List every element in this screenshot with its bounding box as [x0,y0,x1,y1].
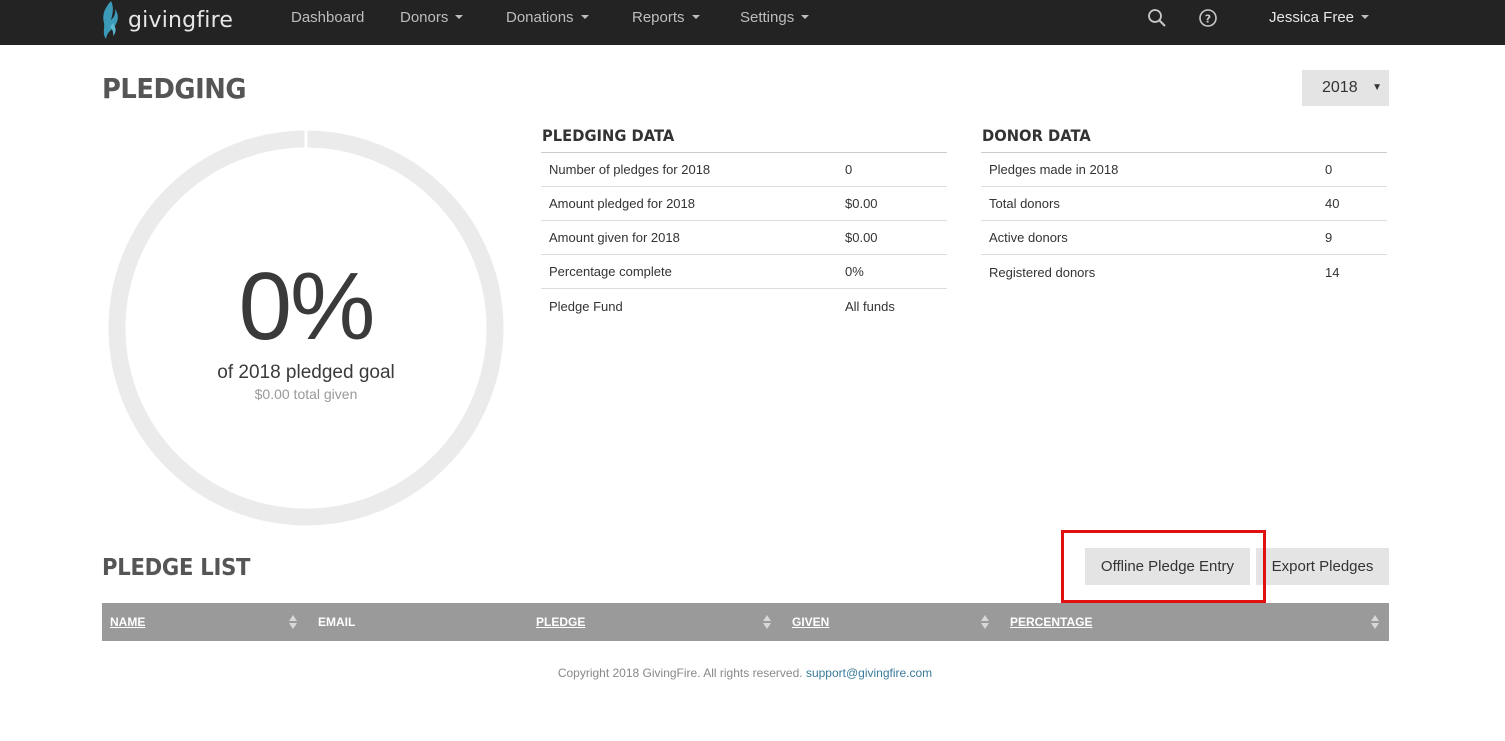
nav-donations-label: Donations [506,9,574,26]
column-header-email: EMAIL [318,615,356,629]
nav-reports-label: Reports [632,9,685,26]
sort-icon[interactable] [288,614,298,630]
table-row: Active donors 9 [981,221,1387,255]
row-label: Active donors [989,230,1068,245]
gauge-percent: 0% [238,253,376,360]
row-value: 40 [1325,196,1340,211]
column-header-pledge[interactable]: PLEDGE [536,603,585,641]
column-header-name[interactable]: NAME [110,603,145,641]
pledge-list-header: NAME EMAIL PLEDGE GIVEN PERCENTAGE [102,603,1389,641]
help-circle-icon[interactable]: ? [1198,8,1218,28]
table-row: Total donors 40 [981,187,1387,221]
caret-down-icon [455,15,464,20]
row-value: 14 [1325,264,1340,280]
column-header-given[interactable]: GIVEN [792,603,829,641]
table-row: Pledges made in 2018 0 [981,153,1387,187]
nav-donations[interactable]: Donations [506,0,589,36]
table-row: Amount given for 2018 $0.00 [541,221,947,255]
row-value: 0 [845,162,853,177]
nav-settings[interactable]: Settings [740,0,810,36]
sort-icon[interactable] [1370,614,1380,630]
sort-icon[interactable] [980,614,990,630]
table-row: Pledge Fund All funds [541,289,947,323]
top-navbar: givingfire Dashboard Donors Donations Re… [0,0,1505,45]
nav-dashboard[interactable]: Dashboard [291,0,364,36]
row-value: All funds [845,298,895,314]
row-label: Total donors [989,196,1060,211]
nav-dashboard-label: Dashboard [291,9,365,26]
nav-reports[interactable]: Reports [632,0,700,36]
caret-down-icon [580,15,589,20]
row-value: 0 [1325,162,1333,177]
footer: Copyright 2018 GivingFire. All rights re… [0,666,1490,680]
table-row: Number of pledges for 2018 0 [541,153,947,187]
table-row: Registered donors 14 [981,255,1387,289]
export-pledges-button[interactable]: Export Pledges [1256,548,1389,585]
sort-icon[interactable] [762,614,772,630]
caret-down-icon [691,15,700,20]
nav-donors[interactable]: Donors [400,0,464,36]
donor-data-table: Pledges made in 2018 0 Total donors 40 Act… [981,152,1387,289]
row-label: Amount pledged for 2018 [549,196,695,211]
highlight-box [1061,530,1266,603]
row-value: 0% [845,264,864,279]
row-value: $0.00 [845,230,878,245]
pledge-list-title: PLEDGE LIST [102,555,251,581]
column-header-percentage[interactable]: PERCENTAGE [1010,603,1092,641]
gauge-subtitle: of 2018 pledged goal [217,362,395,383]
dropdown-arrow-icon: ▼ [1372,82,1382,93]
svg-text:?: ? [1205,13,1211,26]
pledging-data-title: PLEDGING DATA [542,126,675,145]
row-value: $0.00 [845,196,878,211]
page-title: PLEDGING [102,72,247,105]
table-row: Amount pledged for 2018 $0.00 [541,187,947,221]
search-icon[interactable] [1147,8,1167,28]
user-name: Jessica Free [1269,9,1355,26]
caret-down-icon [801,15,810,20]
support-email-link[interactable]: support@givingfire.com [806,666,932,680]
table-row: Percentage complete 0% [541,255,947,289]
footer-copyright: Copyright 2018 GivingFire. All rights re… [557,666,803,680]
row-label: Number of pledges for 2018 [549,162,711,177]
row-label: Pledges made in 2018 [989,162,1119,177]
pledging-data-table: Number of pledges for 2018 0 Amount pledg… [541,152,947,323]
brand-logo[interactable]: givingfire [100,0,233,40]
nav-settings-label: Settings [740,9,795,26]
row-label: Percentage complete [549,264,672,279]
brand-name: givingfire [128,7,234,33]
row-value: 9 [1325,230,1333,245]
caret-down-icon [1361,15,1370,20]
row-label: Registered donors [989,264,1096,280]
row-label: Amount given for 2018 [549,230,680,245]
year-select[interactable]: 2018 ▼ [1302,70,1389,106]
donor-data-title: DONOR DATA [982,126,1091,145]
gauge-total-given: $0.00 total given [254,386,358,402]
year-select-value: 2018 [1322,79,1358,96]
user-menu[interactable]: Jessica Free [1269,0,1370,36]
nav-donors-label: Donors [400,9,449,26]
row-label: Pledge Fund [549,298,623,314]
flame-icon [103,1,118,39]
